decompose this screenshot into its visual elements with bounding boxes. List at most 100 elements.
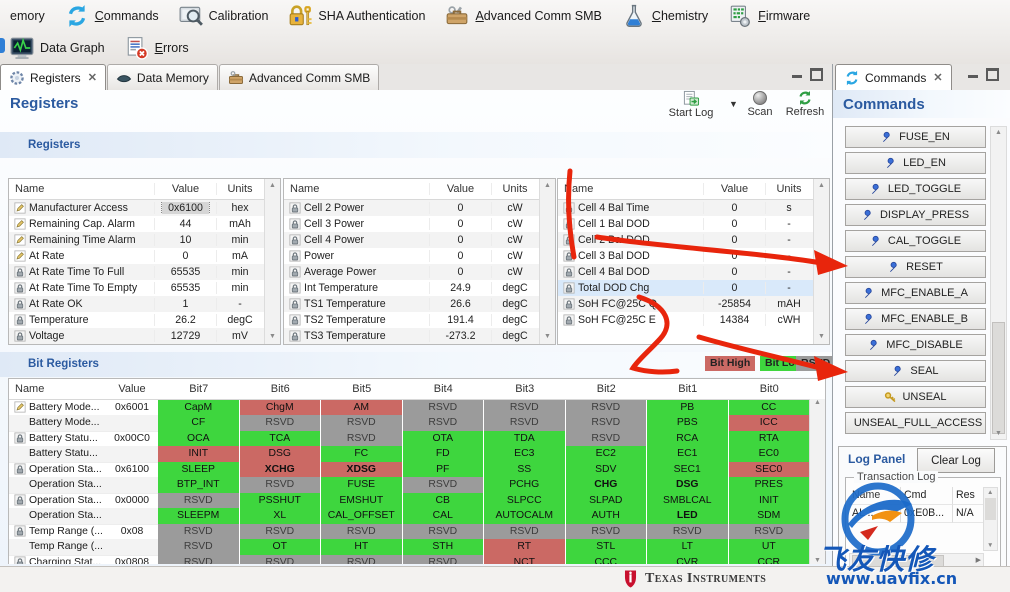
bit-cell-psshut[interactable]: PSSHUT [240,493,322,510]
txn-cell-cmd[interactable]: 0xE0B... [901,505,953,523]
command-button-led-toggle[interactable]: LED_TOGGLE [845,178,986,200]
register-row-cell-4-bal-time[interactable]: Cell 4 Bal Time0s [558,200,829,216]
scroll-right-icon[interactable]: ▶ [976,556,981,564]
register-row-cell-1-bal-dod[interactable]: Cell 1 Bal DOD0- [558,216,829,232]
bit-cell-sth[interactable]: STH [403,539,485,556]
bit-cell-rsvd[interactable]: RSVD [484,415,566,432]
bit-cell-lt[interactable]: LT [647,539,729,556]
bit-cell-sdm[interactable]: SDM [729,508,811,525]
bit-cell-rsvd[interactable]: RSVD [321,431,403,448]
register-row-ts1-temperature[interactable]: TS1 Temperature26.6degC [284,296,555,312]
toolbar-item-emory[interactable]: emory [0,0,55,32]
minimize-icon[interactable] [792,72,802,78]
command-button-mfc-enable-b[interactable]: MFC_ENABLE_B [845,308,986,330]
toolbar-item-chemistry[interactable]: Chemistry [612,0,718,32]
scroll-thumb[interactable] [992,322,1005,434]
register-row-average-power[interactable]: Average Power0cW [284,264,555,280]
bit-row-operation-sta[interactable]: Operation Sta...SLEEPMXLCAL_OFFSETCALAUT… [9,509,825,525]
tab-advanced-comm-smb[interactable]: Advanced Comm SMB [219,64,379,90]
bit-cell-rt[interactable]: RT [484,539,566,556]
bit-cell-rsvd[interactable]: RSVD [321,524,403,541]
bit-cell-cvr[interactable]: CVR [647,555,729,565]
bit-cell-init[interactable]: INIT [158,446,240,463]
bit-cell-sec0[interactable]: SEC0 [729,462,811,479]
bit-cell-rsvd[interactable]: RSVD [729,524,811,541]
clear-log-button[interactable]: Clear Log [917,448,995,473]
transaction-log-vscrollbar[interactable]: ▲ ▼ [983,487,998,551]
bit-cell-rsvd[interactable]: RSVD [158,493,240,510]
refresh-button[interactable]: Refresh [781,90,829,118]
command-button-led-en[interactable]: LED_EN [845,152,986,174]
bit-cell-rsvd[interactable]: RSVD [566,400,648,417]
bit-row-operation-sta[interactable]: Operation Sta...0x6100SLEEPXCHGXDSGPFSSS… [9,462,825,478]
bit-row-operation-sta[interactable]: Operation Sta...0x0000RSVDPSSHUTEMSHUTCB… [9,493,825,509]
close-icon[interactable]: ✕ [88,71,97,84]
bit-row-charging-stat[interactable]: Charging Stat...0x0808RSVDRSVDRSVDRSVDNC… [9,555,825,564]
bit-cell-rsvd[interactable]: RSVD [566,524,648,541]
minimize-icon[interactable] [968,72,978,78]
start-log-button[interactable]: Start Log [655,90,727,119]
bit-cell-rsvd[interactable]: RSVD [403,477,485,494]
tab-commands[interactable]: Commands✕ [835,64,952,90]
tab-data-memory[interactable]: Data Memory [107,64,218,90]
bit-table-scrollbar[interactable]: ▲▼ [809,399,825,564]
toolbar-item-commands[interactable]: Commands [55,0,169,32]
register-row-temperature[interactable]: Temperature26.2degC [9,312,280,328]
bit-cell-rsvd[interactable]: RSVD [321,555,403,565]
bit-cell-oca[interactable]: OCA [158,431,240,448]
txn-cell-name[interactable]: AL ... [849,505,901,523]
bit-cell-fd[interactable]: FD [403,446,485,463]
bit-cell-rsvd[interactable]: RSVD [484,400,566,417]
bit-cell-led[interactable]: LED [647,508,729,525]
scroll-down-icon[interactable]: ▼ [995,430,1002,437]
bit-cell-sdv[interactable]: SDV [566,462,648,479]
bit-cell-am[interactable]: AM [321,400,403,417]
command-button-cal-toggle[interactable]: CAL_TOGGLE [845,230,986,252]
bit-cell-rsvd[interactable]: RSVD [158,524,240,541]
register-row-at-rate-time-to-full[interactable]: At Rate Time To Full65535min [9,264,280,280]
toolbar-item-errors[interactable]: Errors [115,32,199,64]
bit-cell-pres[interactable]: PRES [729,477,811,494]
command-button-reset[interactable]: RESET [845,256,986,278]
bit-cell-capm[interactable]: CapM [158,400,240,417]
bit-cell-xdsg[interactable]: XDSG [321,462,403,479]
bit-cell-ec0[interactable]: EC0 [729,446,811,463]
bit-cell-cal-offset[interactable]: CAL_OFFSET [321,508,403,525]
bit-row-battery-statu[interactable]: Battery Statu...0x00C0OCATCARSVDOTATDARS… [9,431,825,447]
bit-cell-ec3[interactable]: EC3 [484,446,566,463]
command-button-unseal[interactable]: UNSEAL [845,386,986,408]
register-row-at-rate-ok[interactable]: At Rate OK1- [9,296,280,312]
scroll-up-icon[interactable]: ▲ [987,489,993,496]
register-row-ts2-temperature[interactable]: TS2 Temperature191.4degC [284,312,555,328]
register-row-remaining-cap-alarm[interactable]: Remaining Cap. Alarm44mAh [9,216,280,232]
bit-cell-pchg[interactable]: PCHG [484,477,566,494]
bit-cell-rsvd[interactable]: RSVD [484,524,566,541]
bit-cell-dsg[interactable]: DSG [240,446,322,463]
bit-row-temp-range[interactable]: Temp Range (...0x08RSVDRSVDRSVDRSVDRSVDR… [9,524,825,540]
bit-cell-pbs[interactable]: PBS [647,415,729,432]
bit-cell-xl[interactable]: XL [240,508,322,525]
bit-cell-rta[interactable]: RTA [729,431,811,448]
register-row-soh-fc-25c-q[interactable]: SoH FC@25C Q-25854mAH [558,296,829,312]
bit-cell-chg[interactable]: CHG [566,477,648,494]
command-button-fuse-en[interactable]: FUSE_EN [845,126,986,148]
bit-cell-tca[interactable]: TCA [240,431,322,448]
bit-cell-nct[interactable]: NCT [484,555,566,565]
bit-cell-rsvd[interactable]: RSVD [240,415,322,432]
register-row-voltage[interactable]: Voltage12729mV [9,328,280,344]
bit-cell-rsvd[interactable]: RSVD [240,524,322,541]
maximize-icon[interactable] [986,68,999,81]
bit-cell-tda[interactable]: TDA [484,431,566,448]
bit-cell-rsvd[interactable]: RSVD [566,431,648,448]
txn-cell-res[interactable]: N/A [953,505,984,523]
register-row-int-temperature[interactable]: Int Temperature24.9degC [284,280,555,296]
bit-cell-cal[interactable]: CAL [403,508,485,525]
table-scrollbar[interactable]: ▲▼ [813,179,829,344]
bit-cell-rsvd[interactable]: RSVD [647,524,729,541]
start-log-dropdown[interactable]: ▼ [729,99,738,109]
bit-row-battery-mode[interactable]: Battery Mode...0x6001CapMChgMAMRSVDRSVDR… [9,400,825,416]
bit-cell-auth[interactable]: AUTH [566,508,648,525]
register-row-ts3-temperature[interactable]: TS3 Temperature-273.2degC [284,328,555,344]
bit-cell-cf[interactable]: CF [158,415,240,432]
bit-cell-xchg[interactable]: XCHG [240,462,322,479]
